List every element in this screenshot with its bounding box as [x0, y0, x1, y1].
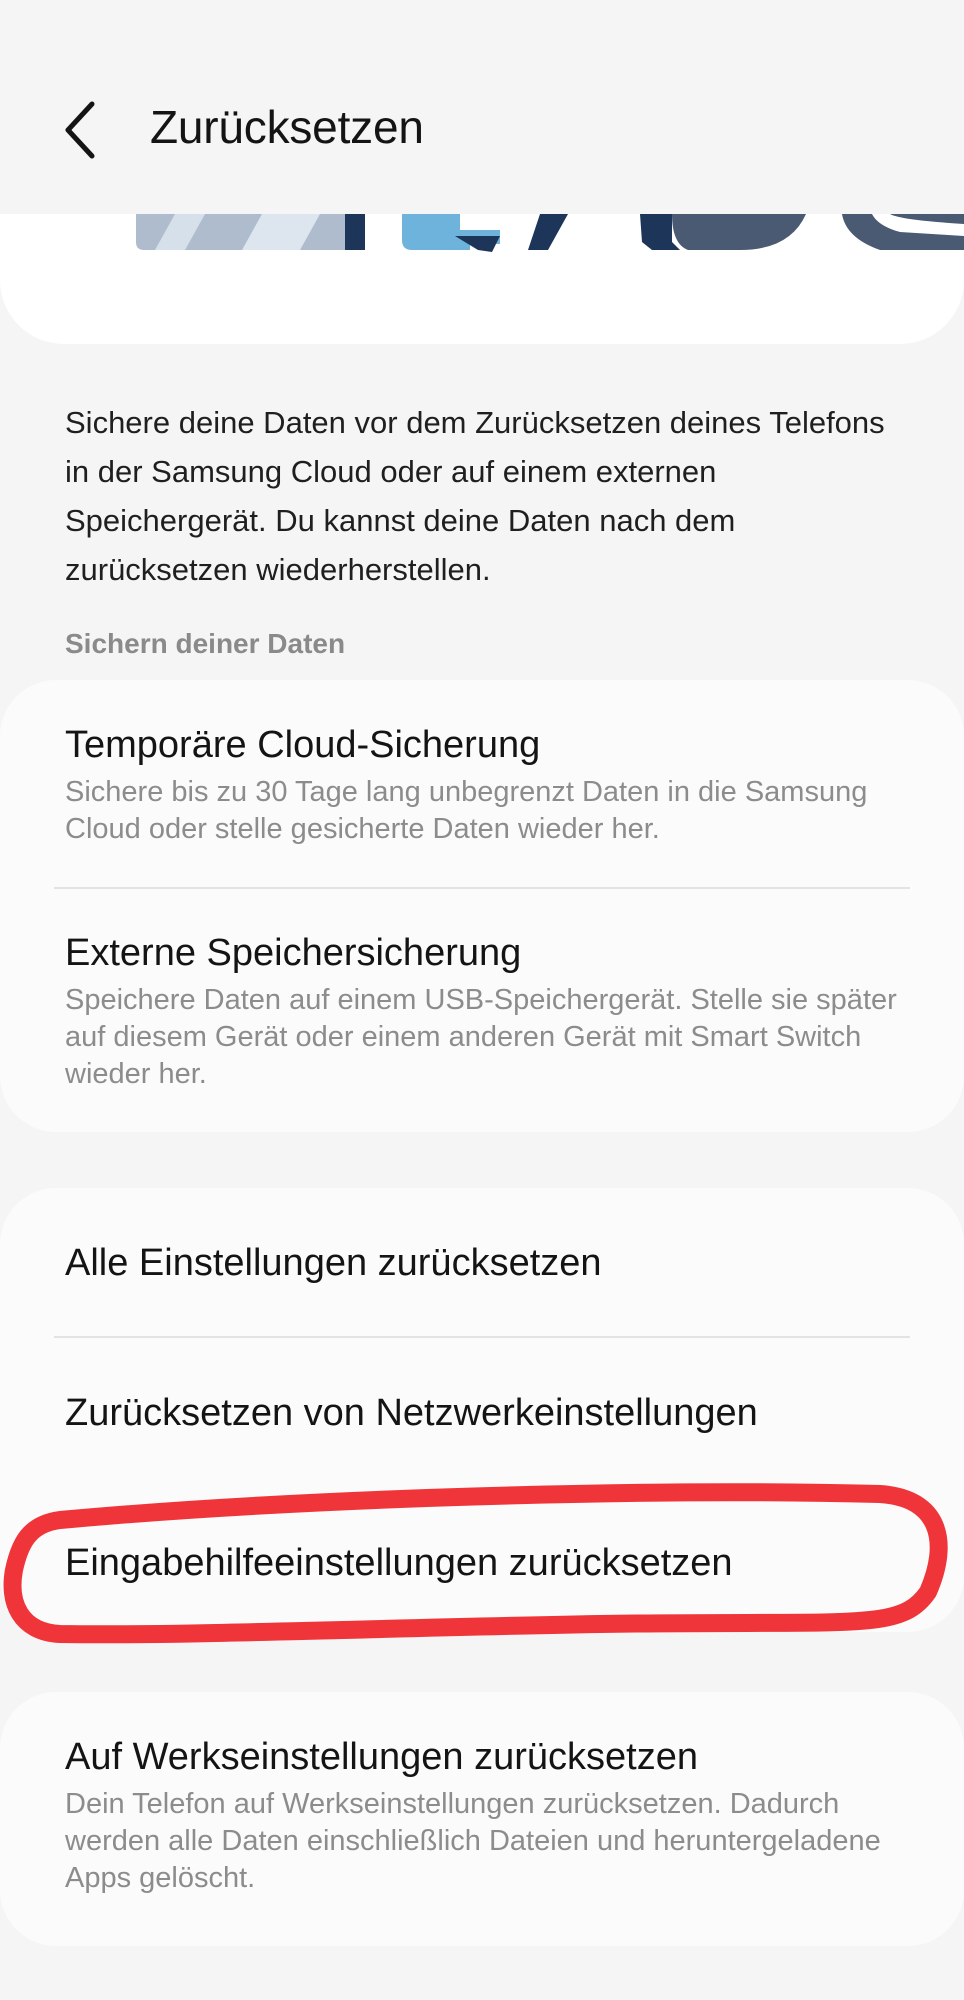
reset-options-card: Alle Einstellungen zurücksetzen Zurückse…	[0, 1188, 964, 1632]
app-bar: Zurücksetzen	[0, 70, 964, 190]
reset-accessibility-settings-item[interactable]: Eingabehilfeeinstellungen zurücksetzen	[65, 1540, 904, 1586]
item-title: Externe Speichersicherung	[65, 932, 522, 974]
chevron-left-icon	[65, 101, 95, 159]
section-label-backup: Sichern deiner Daten	[65, 628, 346, 659]
item-title: Eingabehilfeeinstellungen zurücksetzen	[65, 1542, 733, 1584]
backup-options-card: Temporäre Cloud-Sicherung Sichere bis zu…	[0, 680, 964, 1132]
item-subtitle: Dein Telefon auf Werkseinstellungen zurü…	[65, 1788, 881, 1894]
illustration-card	[0, 214, 964, 344]
item-subtitle: Sichere bis zu 30 Tage lang unbegrenzt D…	[65, 776, 868, 845]
factory-reset-card: Auf Werkseinstellungen zurücksetzen Dein…	[0, 1692, 964, 1946]
item-title: Temporäre Cloud-Sicherung	[65, 724, 541, 766]
divider	[54, 887, 910, 889]
item-title: Auf Werkseinstellungen zurücksetzen	[65, 1736, 698, 1778]
factory-reset-item[interactable]: Auf Werkseinstellungen zurücksetzen Dein…	[65, 1734, 904, 1897]
page-title: Zurücksetzen	[150, 101, 424, 153]
reset-settings-screen: Zurücksetzen Sichere deine Daten vor dem…	[0, 0, 964, 2000]
reset-all-settings-item[interactable]: Alle Einstellungen zurücksetzen	[65, 1240, 904, 1286]
reset-description: Sichere deine Daten vor dem Zurücksetzen…	[65, 405, 885, 587]
item-title: Zurücksetzen von Netzwerkeinstellungen	[65, 1392, 758, 1434]
divider	[54, 1336, 910, 1338]
external-storage-backup-item[interactable]: Externe Speichersicherung Speichere Date…	[65, 930, 904, 1093]
reset-illustration	[136, 214, 964, 252]
item-title: Alle Einstellungen zurücksetzen	[65, 1242, 602, 1284]
item-subtitle: Speichere Daten auf einem USB-Speicherge…	[65, 984, 897, 1090]
reset-network-settings-item[interactable]: Zurücksetzen von Netzwerkeinstellungen	[65, 1390, 904, 1436]
temporary-cloud-backup-item[interactable]: Temporäre Cloud-Sicherung Sichere bis zu…	[65, 722, 904, 848]
back-button[interactable]	[52, 98, 112, 162]
